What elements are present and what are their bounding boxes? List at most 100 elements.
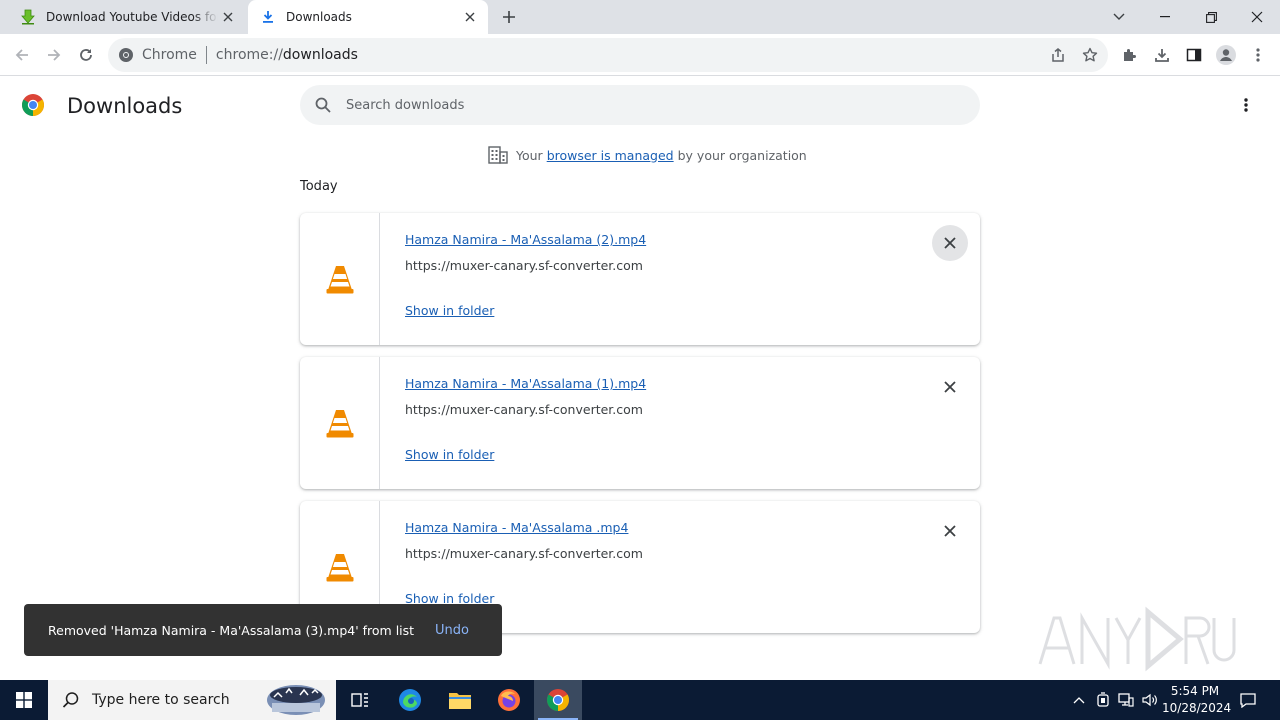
download-filename-link[interactable]: Hamza Namira - Ma'Assalama (1).mp4 (405, 376, 646, 391)
notifications-button[interactable] (1234, 680, 1262, 720)
tab-close-icon[interactable] (218, 7, 238, 27)
clock-date: 10/28/2024 (1162, 701, 1232, 715)
close-icon (944, 381, 956, 393)
url-text: chrome://downloads (216, 47, 358, 63)
network-icon (1118, 693, 1134, 707)
start-button[interactable] (0, 680, 48, 720)
profile-button[interactable] (1210, 39, 1242, 71)
share-icon (1052, 48, 1064, 62)
side-panel-icon (1186, 48, 1202, 62)
forward-button[interactable] (38, 39, 70, 71)
new-tab-button[interactable] (497, 5, 521, 29)
show-in-folder-link[interactable]: Show in folder (405, 303, 494, 318)
chevron-down-icon (1113, 13, 1125, 20)
vlc-cone-icon (326, 410, 353, 438)
clock-time: 5:54 PM (1170, 684, 1220, 698)
volume-button[interactable] (1139, 680, 1161, 720)
windows-logo-icon (16, 692, 32, 708)
taskbar-firefox[interactable] (485, 680, 533, 720)
restore-button[interactable] (1188, 0, 1234, 34)
taskbar-chrome[interactable] (534, 680, 582, 720)
tray-device-button[interactable] (1092, 680, 1114, 720)
anyrun-watermark-logo (1038, 606, 1236, 672)
avatar-icon (1216, 45, 1236, 65)
reload-icon (80, 49, 92, 61)
network-button[interactable] (1115, 680, 1137, 720)
plus-icon (503, 11, 515, 23)
download-filename-link[interactable]: Hamza Namira - Ma'Assalama .mp4 (405, 520, 628, 535)
close-window-button[interactable] (1234, 0, 1280, 34)
download-source-url: https://muxer-canary.sf-converter.com (405, 546, 643, 561)
bookmark-button[interactable] (1078, 43, 1102, 67)
browser-managed-link[interactable]: browser is managed (547, 148, 674, 163)
site-info-chip[interactable]: Chrome (118, 47, 197, 63)
minimize-icon (1160, 16, 1170, 18)
download-icon (1155, 49, 1169, 62)
chrome-logo-icon (119, 48, 133, 62)
taskbar-clock[interactable]: 5:54 PM 10/28/2024 (1162, 683, 1232, 717)
download-icon (260, 9, 276, 25)
search-downloads-bar[interactable] (300, 85, 980, 125)
chrome-menu-button[interactable] (1242, 39, 1274, 71)
share-button[interactable] (1046, 43, 1070, 67)
tab-title: Downloads (286, 10, 352, 24)
arrow-left-icon (15, 49, 28, 61)
search-input[interactable] (346, 97, 946, 113)
close-icon (944, 525, 956, 537)
extensions-button[interactable] (1114, 39, 1146, 71)
taskbar-search-box[interactable]: Type here to search (48, 680, 336, 720)
browser-toolbar: Chrome chrome://downloads (0, 34, 1280, 76)
show-hidden-icons-button[interactable] (1068, 680, 1090, 720)
taskbar-edge[interactable] (386, 680, 434, 720)
puzzle-icon (1124, 49, 1136, 61)
toast-message: Removed 'Hamza Namira - Ma'Assalama (3).… (48, 622, 415, 638)
search-icon (62, 692, 79, 708)
taskbar-search-placeholder: Type here to search (92, 692, 230, 708)
tab-downloads[interactable]: Downloads (248, 0, 488, 34)
download-filename-link[interactable]: Hamza Namira - Ma'Assalama (2).mp4 (405, 232, 646, 247)
building-icon (488, 146, 508, 164)
site-label: Chrome (142, 47, 197, 63)
star-icon (1082, 47, 1098, 62)
date-section-header: Today (300, 179, 338, 194)
tab-close-icon[interactable] (460, 7, 480, 27)
side-panel-button[interactable] (1178, 39, 1210, 71)
notification-icon (1240, 693, 1256, 708)
close-icon (944, 237, 956, 249)
minimize-button[interactable] (1142, 0, 1188, 34)
green-download-arrow-icon (20, 9, 36, 25)
tab-title: Download Youtube Videos for Free (46, 10, 218, 24)
task-view-button[interactable] (336, 680, 384, 720)
tab-search-button[interactable] (1096, 0, 1142, 34)
device-icon (1097, 692, 1109, 707)
file-icon-column (300, 213, 380, 345)
chevron-up-icon (1073, 697, 1085, 704)
downloads-button[interactable] (1146, 39, 1178, 71)
remove-download-button[interactable] (932, 225, 968, 261)
url-scheme: chrome:// (215, 47, 283, 63)
tab-youtube-downloader[interactable]: Download Youtube Videos for Free (8, 0, 246, 34)
remove-download-button[interactable] (932, 369, 968, 405)
back-button[interactable] (6, 39, 38, 71)
restore-icon (1205, 11, 1217, 23)
show-in-folder-link[interactable]: Show in folder (405, 447, 494, 462)
managed-notice: Your browser is managed by your organiza… (488, 145, 807, 165)
taskbar-file-explorer[interactable] (436, 680, 484, 720)
managed-prefix: Your (516, 147, 543, 163)
address-bar[interactable]: Chrome chrome://downloads (108, 38, 1108, 72)
more-actions-button[interactable] (1234, 93, 1258, 117)
reload-button[interactable] (70, 39, 102, 71)
firefox-icon (498, 689, 520, 711)
speaker-icon (1142, 693, 1157, 707)
windows-taskbar: Type here to search 5:54 PM 10/28/2024 (0, 680, 1280, 720)
file-icon-column (300, 357, 380, 489)
remove-download-button[interactable] (932, 513, 968, 549)
task-view-icon (351, 693, 368, 707)
undo-button[interactable]: Undo (435, 623, 469, 638)
folder-icon (449, 693, 471, 709)
url-host: downloads (282, 47, 358, 63)
search-highlight-image (267, 685, 325, 715)
download-source-url: https://muxer-canary.sf-converter.com (405, 402, 643, 417)
kebab-menu-icon (1256, 48, 1260, 62)
chrome-logo-icon (22, 94, 44, 116)
